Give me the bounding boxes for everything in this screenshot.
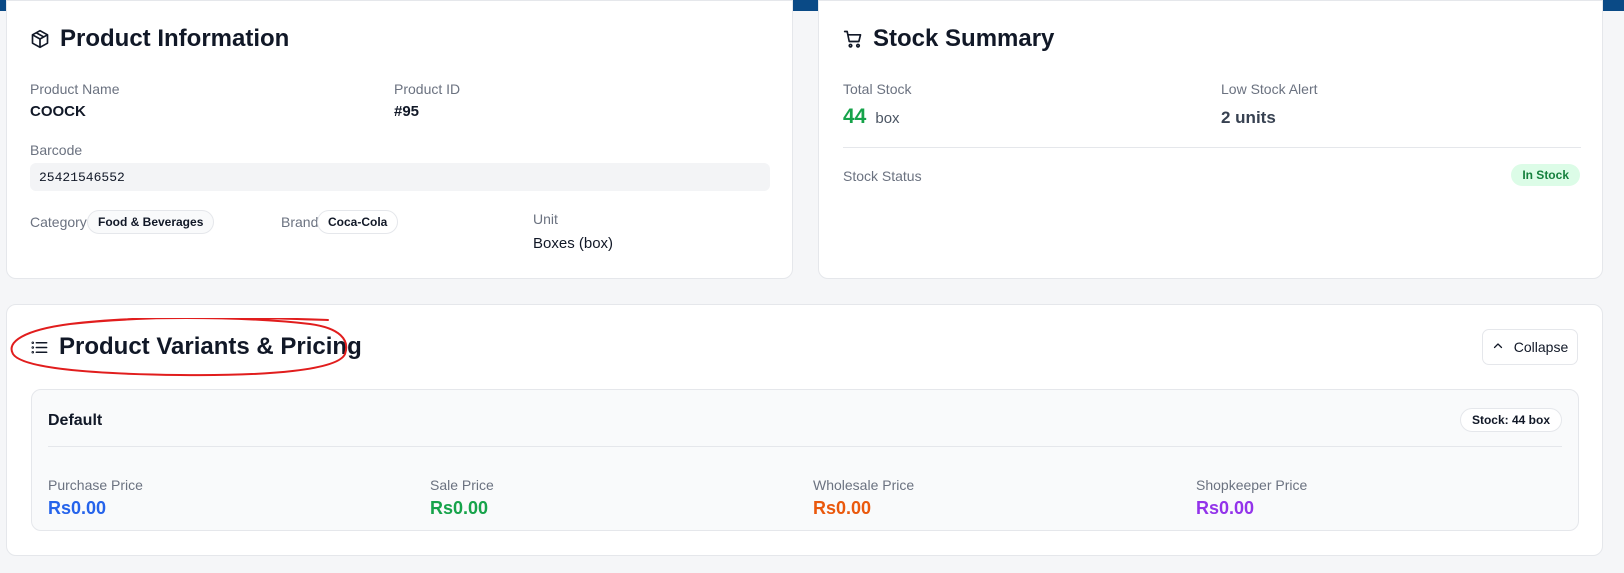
- stock-summary-title: Stock Summary: [843, 25, 1054, 53]
- low-stock-label: Low Stock Alert: [1221, 81, 1318, 97]
- category-label: Category: [30, 214, 87, 230]
- purchase-price-value: Rs0.00: [48, 498, 107, 518]
- sale-price-value: Rs0.00: [430, 498, 489, 518]
- product-id-label: Product ID: [394, 81, 461, 97]
- total-stock-label: Total Stock: [843, 81, 912, 97]
- wholesale-price-value: Rs0.00: [813, 498, 872, 518]
- collapse-button[interactable]: Collapse: [1482, 329, 1578, 365]
- variants-title: Product Variants & Pricing: [30, 333, 362, 361]
- stock-divider: [843, 147, 1581, 148]
- barcode-label: Barcode: [30, 142, 83, 158]
- product-variants-card: Product Variants & Pricing Collapse Defa…: [6, 304, 1603, 556]
- barcode-value: 25421546552: [30, 163, 770, 191]
- unit-value: Boxes (box): [533, 235, 614, 252]
- shopkeeper-price-value: Rs0.00: [1196, 498, 1255, 518]
- chevron-up-icon: [1492, 339, 1504, 355]
- category-tag: Food & Beverages: [87, 210, 215, 234]
- variant-name: Default: [48, 412, 103, 429]
- product-information-title-text: Product Information: [60, 25, 290, 52]
- shopkeeper-price-label: Shopkeeper Price: [1196, 477, 1308, 493]
- total-stock: 44 box: [843, 105, 900, 129]
- package-icon: [30, 29, 50, 49]
- brand-label: Brand: [281, 214, 319, 230]
- product-id-value: #95: [394, 103, 420, 120]
- variant-card: Default Stock: 44 box Purchase Price Rs0…: [31, 389, 1579, 531]
- stock-summary-card: Stock Summary Total Stock 44 box Low Sto…: [818, 0, 1603, 279]
- total-stock-value: 44: [843, 105, 867, 128]
- variants-title-text: Product Variants & Pricing: [59, 333, 362, 360]
- total-stock-unit: box: [875, 110, 900, 127]
- stock-summary-title-text: Stock Summary: [873, 25, 1055, 52]
- product-information-title: Product Information: [30, 25, 289, 53]
- purchase-price-label: Purchase Price: [48, 477, 143, 493]
- wholesale-price-label: Wholesale Price: [813, 477, 915, 493]
- product-name-label: Product Name: [30, 81, 120, 97]
- variant-divider: [48, 446, 1562, 447]
- brand-tag: Coca-Cola: [317, 210, 399, 234]
- unit-label: Unit: [533, 211, 558, 227]
- low-stock-value: 2 units: [1221, 108, 1276, 127]
- status-badge: In Stock: [1511, 164, 1580, 186]
- stock-status-label: Stock Status: [843, 168, 922, 184]
- sale-price-label: Sale Price: [430, 477, 494, 493]
- collapse-label: Collapse: [1513, 339, 1569, 355]
- product-name-value: COOCK: [30, 103, 86, 120]
- variant-stock-badge: Stock: 44 box: [1459, 408, 1562, 432]
- product-information-card: Product Information Product Name COOCK P…: [6, 0, 793, 279]
- cart-icon: [843, 29, 863, 49]
- list-icon: [30, 338, 49, 357]
